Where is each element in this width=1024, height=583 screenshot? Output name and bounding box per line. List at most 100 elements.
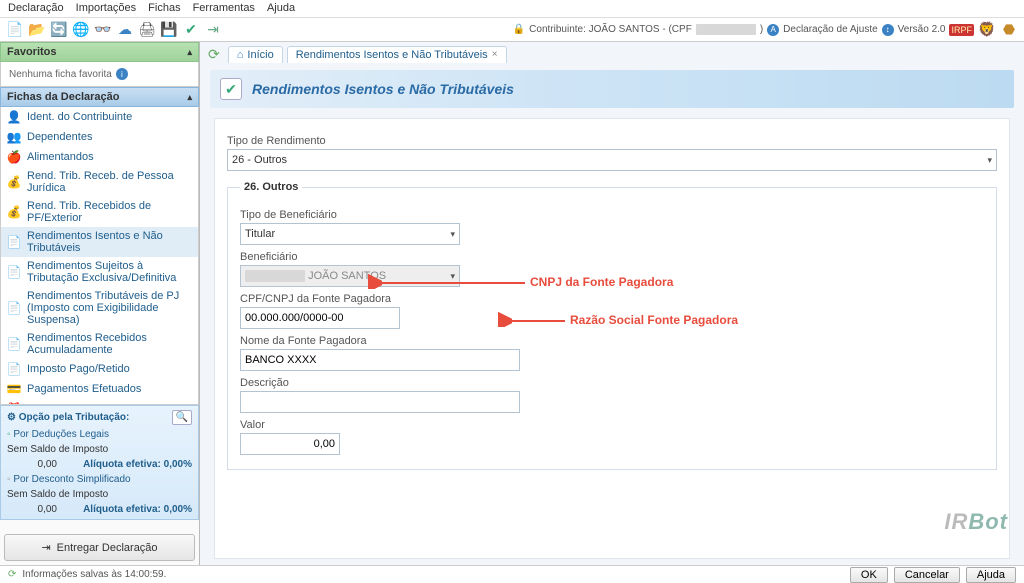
sidebar-item-8[interactable]: 📄 Rendimentos Recebidos Acumuladamente — [1, 329, 198, 359]
descricao-input[interactable] — [240, 391, 520, 413]
valor-label: Valor — [240, 419, 984, 431]
ficha-icon: 👥 — [7, 130, 21, 144]
sidebar: Favoritos ▴ Nenhuma ficha favorita i Fic… — [0, 42, 200, 565]
menu-item-declaracao[interactable]: Declaração — [8, 2, 64, 15]
lock-icon: 🔒 — [513, 24, 525, 35]
ficha-icon: 📄 — [7, 337, 21, 351]
sidebar-item-2[interactable]: 🍎Alimentandos — [1, 147, 198, 167]
main-area: Favoritos ▴ Nenhuma ficha favorita i Fic… — [0, 42, 1024, 565]
deducoes-legais-option[interactable]: Por Deduções Legais — [13, 429, 109, 440]
cancelar-button[interactable]: Cancelar — [894, 567, 960, 583]
sidebar-item-label: Ident. do Contribuinte — [27, 111, 132, 123]
sidebar-item-7[interactable]: 📄 Rendimentos Tributáveis de PJ (Imposto … — [1, 287, 198, 329]
ficha-icon: 📄 — [7, 235, 21, 249]
menu-item-fichas[interactable]: Fichas — [148, 2, 180, 15]
sidebar-item-label: Alimentandos — [27, 151, 94, 163]
tipo-beneficiario-label: Tipo de Beneficiário — [240, 209, 984, 221]
menu-bar: Declaração Importações Fichas Ferramenta… — [0, 0, 1024, 18]
ficha-icon: 💳 — [7, 382, 21, 396]
sidebar-item-4[interactable]: 💰Rend. Trib. Recebidos de PF/Exterior — [1, 197, 198, 227]
open-icon[interactable]: 📂 — [28, 21, 46, 39]
favoritos-header[interactable]: Favoritos ▴ — [0, 42, 199, 62]
refresh-icon[interactable]: 🔄 — [50, 21, 68, 39]
world-icon[interactable]: 🌐 — [72, 21, 90, 39]
entrance-icon[interactable]: ⇥ — [204, 21, 222, 39]
tab-inicio[interactable]: ⌂ Início — [228, 46, 283, 63]
opcao-tributacao-panel: ⚙ Opção pela Tributação: 🔍 ◦ Por Deduçõe… — [0, 405, 199, 520]
ficha-icon: 📄 — [7, 301, 21, 315]
ajuda-button[interactable]: Ajuda — [966, 567, 1016, 583]
tabs-bar: ⟳ ⌂ Início Rendimentos Isentos e Não Tri… — [200, 42, 1024, 66]
versao-label: ↕ Versão 2.0 — [882, 24, 946, 36]
nome-fonte-label: Nome da Fonte Pagadora — [240, 335, 984, 347]
shield-icon[interactable]: ⬣ — [1000, 21, 1018, 39]
aliquota-deducoes: Alíquota efetiva: 0,00% — [83, 459, 192, 470]
save-icon[interactable]: 💾 — [160, 21, 178, 39]
fieldset-legend: 26. Outros — [240, 181, 302, 193]
entregar-button[interactable]: ⇥ Entregar Declaração — [4, 534, 195, 561]
simplificado-option[interactable]: Por Desconto Simplificado — [13, 474, 130, 485]
sidebar-item-6[interactable]: 📄 Rendimentos Sujeitos à Tributação Exclu… — [1, 257, 198, 287]
ok-button[interactable]: OK — [850, 567, 888, 583]
sidebar-item-label: Rendimentos Recebidos Acumuladamente — [27, 332, 192, 356]
home-icon: ⌂ — [237, 49, 244, 61]
menu-item-ajuda[interactable]: Ajuda — [267, 2, 295, 15]
new-icon[interactable]: 📄 — [6, 21, 24, 39]
tab-rendimentos-isentos[interactable]: Rendimentos Isentos e Não Tributáveis × — [287, 46, 507, 63]
close-icon[interactable]: × — [492, 49, 498, 60]
refresh-content-icon[interactable]: ⟳ — [208, 46, 220, 63]
menu-item-ferramentas[interactable]: Ferramentas — [193, 2, 255, 15]
chevron-down-icon: ▾ — [450, 229, 455, 240]
simplificado-value: 0,00 — [7, 504, 57, 515]
cpf-cnpj-input[interactable] — [240, 307, 400, 329]
sidebar-item-label: Imposto Pago/Retido — [27, 363, 130, 375]
search-icon[interactable]: 🔍 — [172, 410, 192, 425]
irbot-watermark: IRBot — [944, 509, 1008, 535]
collapse-icon[interactable]: ▴ — [187, 92, 192, 103]
collapse-icon[interactable]: ▴ — [187, 47, 192, 58]
sidebar-item-label: Rendimentos Tributáveis de PJ (Imposto c… — [27, 290, 192, 326]
tipo-rendimento-select[interactable]: 26 - Outros ▾ — [227, 149, 997, 171]
sidebar-item-0[interactable]: 👤Ident. do Contribuinte — [1, 107, 198, 127]
receita-icon[interactable]: 🦁 — [978, 21, 996, 39]
sidebar-item-label: Rendimentos Sujeitos à Tributação Exclus… — [27, 260, 192, 284]
cloud-icon[interactable]: ☁ — [116, 21, 134, 39]
sidebar-item-label: Dependentes — [27, 131, 92, 143]
sidebar-item-3[interactable]: 💰Rend. Trib. Receb. de Pessoa Jurídica — [1, 167, 198, 197]
sem-saldo-label-2: Sem Saldo de Imposto — [7, 489, 192, 500]
sidebar-item-10[interactable]: 💳 Pagamentos Efetuados — [1, 379, 198, 399]
form-area: Tipo de Rendimento 26 - Outros ▾ 26. Out… — [214, 118, 1010, 559]
sem-saldo-label: Sem Saldo de Imposto — [7, 444, 192, 455]
outros-fieldset: 26. Outros Tipo de Beneficiário Titular … — [227, 181, 997, 470]
sidebar-item-label: Rendimentos Isentos e Não Tributáveis — [27, 230, 192, 254]
declaracao-icon: A — [767, 24, 779, 36]
irpf-badge: IRPF — [949, 24, 974, 36]
info-icon[interactable]: i — [116, 68, 128, 80]
page-header: ✔ Rendimentos Isentos e Não Tributáveis — [210, 70, 1014, 108]
contribuinte-label: 🔒 Contribuinte: JOÃO SANTOS - (CPFxxxxxx… — [513, 24, 763, 35]
ficha-icon: 💰 — [7, 205, 21, 219]
nome-fonte-input[interactable] — [240, 349, 520, 371]
fichas-tree[interactable]: 👤Ident. do Contribuinte 👥 Dependentes 🍎Alim… — [0, 107, 199, 405]
ficha-icon: 📄 — [7, 265, 21, 279]
content-area: ⟳ ⌂ Início Rendimentos Isentos e Não Tri… — [200, 42, 1024, 565]
status-text: Informações salvas às 14:00:59. — [22, 569, 166, 580]
entrance-icon: ⇥ — [41, 541, 50, 554]
menu-item-importacoes[interactable]: Importações — [76, 2, 137, 15]
status-bar: ⟳ Informações salvas às 14:00:59. OK Can… — [0, 565, 1024, 583]
sidebar-item-label: Rend. Trib. Receb. de Pessoa Jurídica — [27, 170, 192, 194]
sidebar-item-9[interactable]: 📄Imposto Pago/Retido — [1, 359, 198, 379]
sidebar-item-5[interactable]: 📄 Rendimentos Isentos e Não Tributáveis — [1, 227, 198, 257]
sidebar-item-label: Pagamentos Efetuados — [27, 383, 141, 395]
print-icon[interactable]: 🖨 — [138, 21, 156, 39]
sidebar-item-1[interactable]: 👥 Dependentes — [1, 127, 198, 147]
cpf-cnpj-label: CPF/CNPJ da Fonte Pagadora — [240, 293, 984, 305]
tipo-beneficiario-select[interactable]: Titular ▾ — [240, 223, 460, 245]
valor-input[interactable] — [240, 433, 340, 455]
fichas-header[interactable]: Fichas da Declaração ▴ — [0, 87, 199, 107]
beneficiario-label: Beneficiário — [240, 251, 984, 263]
favoritos-body: Nenhuma ficha favorita i — [0, 62, 199, 87]
chevron-down-icon: ▾ — [450, 271, 455, 282]
glasses-icon[interactable]: 👓 — [94, 21, 112, 39]
check-icon[interactable]: ✔ — [182, 21, 200, 39]
